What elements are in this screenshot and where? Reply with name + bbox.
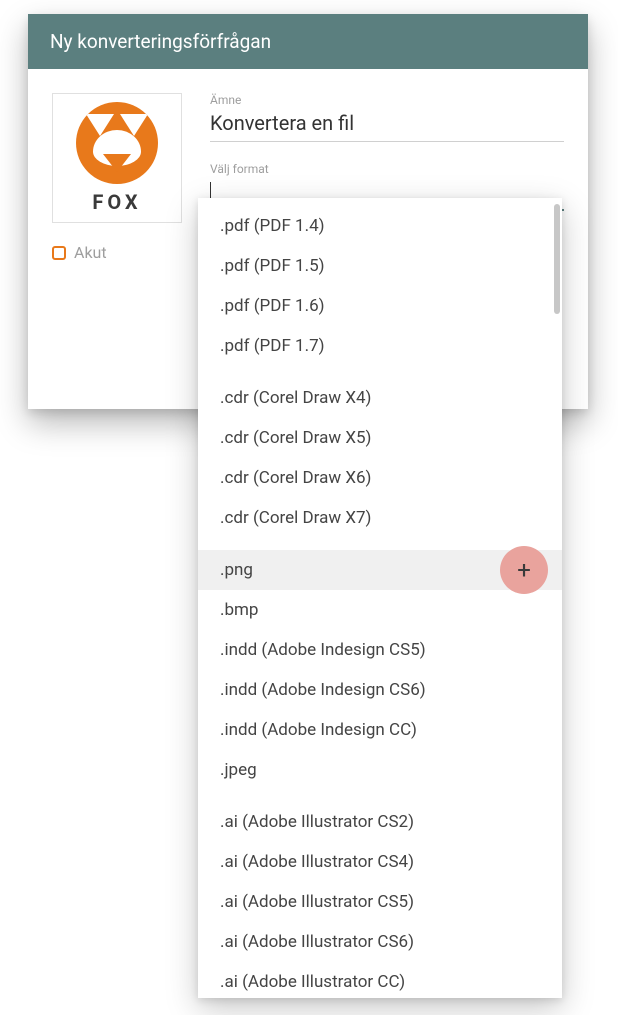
dropdown-option[interactable]: .ai (Adobe Illustrator CS6) [198, 922, 562, 962]
dropdown-option-label: .cdr (Corel Draw X6) [220, 468, 371, 488]
dropdown-option-label: .png [220, 560, 253, 580]
dropdown-option-label: .bmp [220, 600, 258, 620]
dropdown-option-label: .indd (Adobe Indesign CS6) [220, 680, 426, 700]
urgent-checkbox-row[interactable]: Akut [52, 243, 182, 262]
dropdown-option[interactable]: .cdr (Corel Draw X5) [198, 418, 562, 458]
dropdown-list: .pdf (PDF 1.4) .pdf (PDF 1.5) .pdf (PDF 1.… [198, 198, 562, 998]
dropdown-option-label: .pdf (PDF 1.7) [220, 336, 325, 356]
dropdown-option-label: .ai (Adobe Illustrator CS6) [220, 932, 414, 952]
subject-value[interactable]: Konvertera en fil [210, 111, 564, 142]
dropdown-option[interactable]: .indd (Adobe Indesign CS6) [198, 670, 562, 710]
fox-icon [76, 102, 158, 184]
dropdown-option[interactable]: .png + [198, 550, 562, 590]
dropdown-option[interactable]: .pdf (PDF 1.7) [198, 326, 562, 366]
dropdown-option-label: .pdf (PDF 1.6) [220, 296, 325, 316]
dropdown-option[interactable]: .cdr (Corel Draw X7) [198, 498, 562, 538]
format-label: Välj format [210, 162, 564, 176]
format-dropdown: .pdf (PDF 1.4) .pdf (PDF 1.5) .pdf (PDF 1.… [198, 198, 562, 998]
dropdown-option[interactable]: .pdf (PDF 1.6) [198, 286, 562, 326]
card-title: Ny konverteringsförfrågan [28, 14, 588, 69]
dropdown-option-label: .indd (Adobe Indesign CC) [220, 720, 417, 740]
add-button[interactable]: + [500, 546, 548, 594]
dropdown-option-label: .pdf (PDF 1.4) [220, 216, 325, 236]
dropdown-option-label: .ai (Adobe Illustrator CC) [220, 972, 405, 992]
dropdown-option[interactable]: .pdf (PDF 1.5) [198, 246, 562, 286]
dropdown-option[interactable]: .bmp [198, 590, 562, 630]
dropdown-option[interactable]: .pdf (PDF 1.4) [198, 206, 562, 246]
dropdown-option[interactable]: .ai (Adobe Illustrator CS5) [198, 882, 562, 922]
dropdown-option-label: .cdr (Corel Draw X4) [220, 388, 371, 408]
brand-name: FOX [92, 190, 141, 214]
dropdown-option[interactable]: .ai (Adobe Illustrator CS2) [198, 802, 562, 842]
dropdown-option-label: .pdf (PDF 1.5) [220, 256, 325, 276]
plus-icon: + [517, 556, 531, 584]
urgent-label: Akut [74, 243, 107, 262]
dropdown-option-label: .ai (Adobe Illustrator CS4) [220, 852, 414, 872]
dropdown-option-label: .ai (Adobe Illustrator CS2) [220, 812, 414, 832]
dropdown-option[interactable]: .ai (Adobe Illustrator CC) [198, 962, 562, 998]
dropdown-option[interactable]: .ai (Adobe Illustrator CS4) [198, 842, 562, 882]
checkbox-icon[interactable] [52, 246, 66, 260]
dropdown-option-label: .cdr (Corel Draw X7) [220, 508, 371, 528]
dropdown-option[interactable]: .cdr (Corel Draw X6) [198, 458, 562, 498]
subject-label: Ämne [210, 93, 564, 107]
dropdown-option[interactable]: .jpeg [198, 750, 562, 790]
scrollbar-thumb[interactable] [554, 204, 560, 314]
dropdown-option[interactable]: .indd (Adobe Indesign CC) [198, 710, 562, 750]
dropdown-option-label: .jpeg [220, 760, 257, 780]
subject-field: Ämne Konvertera en fil [210, 93, 564, 142]
dropdown-option[interactable]: .indd (Adobe Indesign CS5) [198, 630, 562, 670]
dropdown-option-label: .ai (Adobe Illustrator CS5) [220, 892, 414, 912]
scrollbar[interactable] [554, 204, 560, 992]
dropdown-option-label: .cdr (Corel Draw X5) [220, 428, 371, 448]
left-column: FOX Akut [52, 93, 182, 359]
brand-logo: FOX [52, 93, 182, 223]
dropdown-option-label: .indd (Adobe Indesign CS5) [220, 640, 426, 660]
dropdown-option[interactable]: .cdr (Corel Draw X4) [198, 378, 562, 418]
